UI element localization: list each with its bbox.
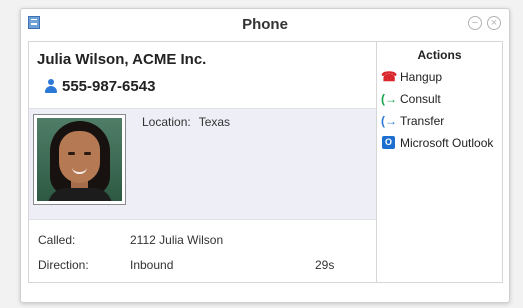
actions-pane: Actions ☎ Hangup (→ Consult (→ Transfer … xyxy=(377,42,502,282)
close-icon[interactable]: × xyxy=(487,16,501,30)
contact-photo xyxy=(33,114,126,205)
call-duration: 29s xyxy=(315,258,335,272)
person-icon xyxy=(45,79,57,93)
call-details: Called: 2112 Julia Wilson Direction: Inb… xyxy=(29,220,376,284)
outlook-icon: O xyxy=(382,136,395,149)
location: Location: Texas xyxy=(142,115,230,129)
hangup-label: Hangup xyxy=(400,70,443,84)
hangup-icon: ☎ xyxy=(381,69,398,84)
consult-label: Consult xyxy=(400,92,441,106)
consult-action[interactable]: (→ Consult xyxy=(381,90,499,108)
contact-pane: Julia Wilson, ACME Inc. 555-987-6543 Loc… xyxy=(29,42,377,282)
window-title: Phone xyxy=(242,16,288,33)
called-label: Called: xyxy=(38,233,76,247)
location-value: Texas xyxy=(198,115,231,129)
contact-name: Julia Wilson, ACME Inc. xyxy=(37,51,207,68)
direction-label: Direction: xyxy=(38,258,89,272)
minimize-icon[interactable]: − xyxy=(468,16,482,30)
called-value: 2112 Julia Wilson xyxy=(130,233,224,247)
transfer-action[interactable]: (→ Transfer xyxy=(381,112,499,130)
contact-info-section: Location: Texas xyxy=(29,108,376,220)
transfer-icon: (→ xyxy=(381,114,397,128)
direction-value: Inbound xyxy=(130,258,174,272)
outlook-label: Microsoft Outlook xyxy=(400,136,494,150)
transfer-label: Transfer xyxy=(400,114,445,128)
actions-title: Actions xyxy=(417,48,462,62)
phone-number: 555-987-6543 xyxy=(62,78,156,95)
title-bar: Phone − × xyxy=(21,9,509,39)
contact-header: Julia Wilson, ACME Inc. 555-987-6543 xyxy=(29,42,376,108)
location-label: Location: xyxy=(142,115,191,129)
outlook-action[interactable]: O Microsoft Outlook xyxy=(381,134,499,152)
call-card: Julia Wilson, ACME Inc. 555-987-6543 Loc… xyxy=(28,41,503,283)
phone-window: Phone − × Julia Wilson, ACME Inc. 555-98… xyxy=(20,8,510,303)
consult-icon: (→ xyxy=(381,92,397,106)
hangup-action[interactable]: ☎ Hangup xyxy=(381,68,499,86)
